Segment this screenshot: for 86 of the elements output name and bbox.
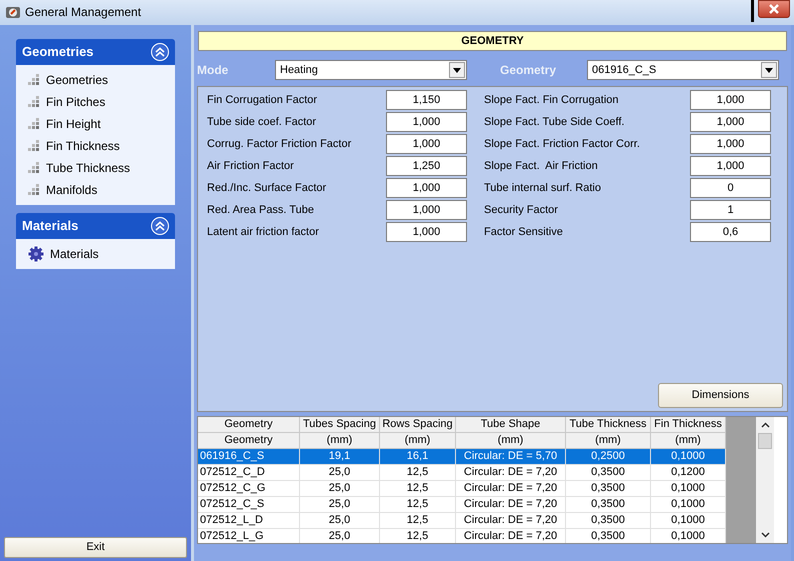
table-row[interactable]: 072512_C_S 25,0 12,5 Circular: DE = 7,20 0,3500 0,1000 — [198, 497, 726, 513]
group-title: Materials — [22, 217, 80, 236]
parameter-field[interactable]: 0,6 — [690, 222, 771, 242]
sidebar-item[interactable]: Geometries — [16, 69, 175, 91]
column-header: Rows Spacing — [380, 417, 456, 433]
column-unit: (mm) — [456, 433, 566, 449]
parameter-field[interactable]: 1,000 — [690, 134, 771, 154]
table-row[interactable]: 072512_L_G 25,0 12,5 Circular: DE = 7,20 0,3500 0,1000 — [198, 529, 726, 543]
column-header: Geometry — [198, 417, 300, 433]
parameter-label: Red./Inc. Surface Factor — [207, 180, 328, 196]
table-cell: Circular: DE = 7,20 — [456, 529, 566, 543]
parameter-field[interactable]: 1,250 — [386, 156, 467, 176]
sidebar-item[interactable]: Materials — [16, 243, 175, 265]
parameter-field[interactable]: 0 — [690, 178, 771, 198]
close-button[interactable] — [758, 0, 790, 18]
parameter-field[interactable]: 1,000 — [690, 90, 771, 110]
group-title: Geometries — [22, 43, 95, 62]
sidebar-item[interactable]: Fin Height — [16, 113, 175, 135]
table-cell: 25,0 — [300, 529, 380, 543]
table-row[interactable]: 072512_C_D 25,0 12,5 Circular: DE = 7,20 0,3500 0,1200 — [198, 465, 726, 481]
sidebar-item[interactable]: Tube Thickness — [16, 157, 175, 179]
parameter-label: Factor Sensitive — [484, 224, 564, 240]
table-row[interactable]: 072512_L_D 25,0 12,5 Circular: DE = 7,20 0,3500 0,1000 — [198, 513, 726, 529]
table-row[interactable]: 072512_C_G 25,0 12,5 Circular: DE = 7,20 0,3500 0,1000 — [198, 481, 726, 497]
sidebar-item[interactable]: Fin Pitches — [16, 91, 175, 113]
grid-icon — [28, 96, 40, 108]
parameter-label: Corrug. Factor Friction Factor — [207, 136, 352, 152]
app-icon — [4, 4, 22, 20]
parameter-label: Fin Corrugation Factor — [207, 92, 318, 108]
parameter-label: Tube side coef. Factor — [207, 114, 318, 130]
window-title: General Management — [25, 4, 142, 21]
table-cell: 072512_L_G — [198, 529, 300, 543]
column-header: Fin Thickness — [651, 417, 726, 433]
parameter-field[interactable]: 1,150 — [386, 90, 467, 110]
column-header: Tube Shape — [456, 417, 566, 433]
column-unit: (mm) — [651, 433, 726, 449]
parameter-field[interactable]: 1,000 — [690, 112, 771, 132]
scroll-down-icon[interactable] — [760, 532, 770, 538]
grid-icon — [28, 74, 40, 86]
close-icon — [768, 4, 780, 14]
scroll-up-icon[interactable] — [760, 422, 770, 428]
table-row[interactable]: 061916_C_S 19,1 16,1 Circular: DE = 5,70 0,2500 0,1000 — [198, 449, 726, 465]
scrollbar[interactable] — [756, 417, 774, 543]
geometry-dropdown[interactable]: 061916_C_S — [587, 60, 779, 80]
parameter-label: Air Friction Factor — [207, 158, 295, 174]
parameter-label: Slope Fact. Fin Corrugation — [484, 92, 620, 108]
parameter-label: Tube internal surf. Ratio — [484, 180, 602, 196]
parameter-label: Red. Area Pass. Tube — [207, 202, 316, 218]
parameter-field[interactable]: 1,000 — [386, 200, 467, 220]
column-unit: (mm) — [566, 433, 651, 449]
double-chevron-icon — [155, 221, 165, 231]
parameter-label: Slope Fact. Air Friction — [484, 158, 599, 174]
grid-icon — [28, 184, 40, 196]
parameter-label: Security Factor — [484, 202, 559, 218]
exit-button[interactable]: Exit — [4, 537, 187, 558]
parameter-field[interactable]: 1 — [690, 200, 771, 220]
gear-icon — [28, 246, 44, 262]
sidebar-item[interactable]: Fin Thickness — [16, 135, 175, 157]
section-title: GEOMETRY — [198, 31, 787, 51]
column-unit: (mm) — [300, 433, 380, 449]
sidebar-item[interactable]: Manifolds — [16, 179, 175, 201]
collapse-button[interactable] — [151, 43, 169, 61]
dimensions-button[interactable]: Dimensions — [658, 383, 783, 408]
scroll-thumb[interactable] — [758, 433, 772, 449]
grid-icon — [28, 118, 40, 130]
parameter-label: Slope Fact. Tube Side Coeff. — [484, 114, 626, 130]
parameter-field[interactable]: 1,000 — [386, 134, 467, 154]
parameter-field[interactable]: 1,000 — [386, 178, 467, 198]
parameter-label: Slope Fact. Friction Factor Corr. — [484, 136, 641, 152]
double-chevron-icon — [155, 47, 165, 57]
geometry-label: Geometry — [500, 62, 558, 79]
table-cell: 0,3500 — [566, 529, 651, 543]
column-header: Tube Thickness — [566, 417, 651, 433]
collapse-button[interactable] — [151, 217, 169, 235]
grid-icon — [28, 140, 40, 152]
table-cell: 12,5 — [380, 529, 456, 543]
parameter-field[interactable]: 1,000 — [690, 156, 771, 176]
column-header: Tubes Spacing — [300, 417, 380, 433]
column-unit: (mm) — [380, 433, 456, 449]
parameter-label: Latent air friction factor — [207, 224, 320, 240]
column-unit: Geometry — [198, 433, 300, 449]
mode-dropdown[interactable]: Heating — [275, 60, 467, 80]
mode-label: Mode — [197, 62, 230, 79]
parameter-field[interactable]: 1,000 — [386, 222, 467, 242]
grid-icon — [28, 162, 40, 174]
parameter-field[interactable]: 1,000 — [386, 112, 467, 132]
